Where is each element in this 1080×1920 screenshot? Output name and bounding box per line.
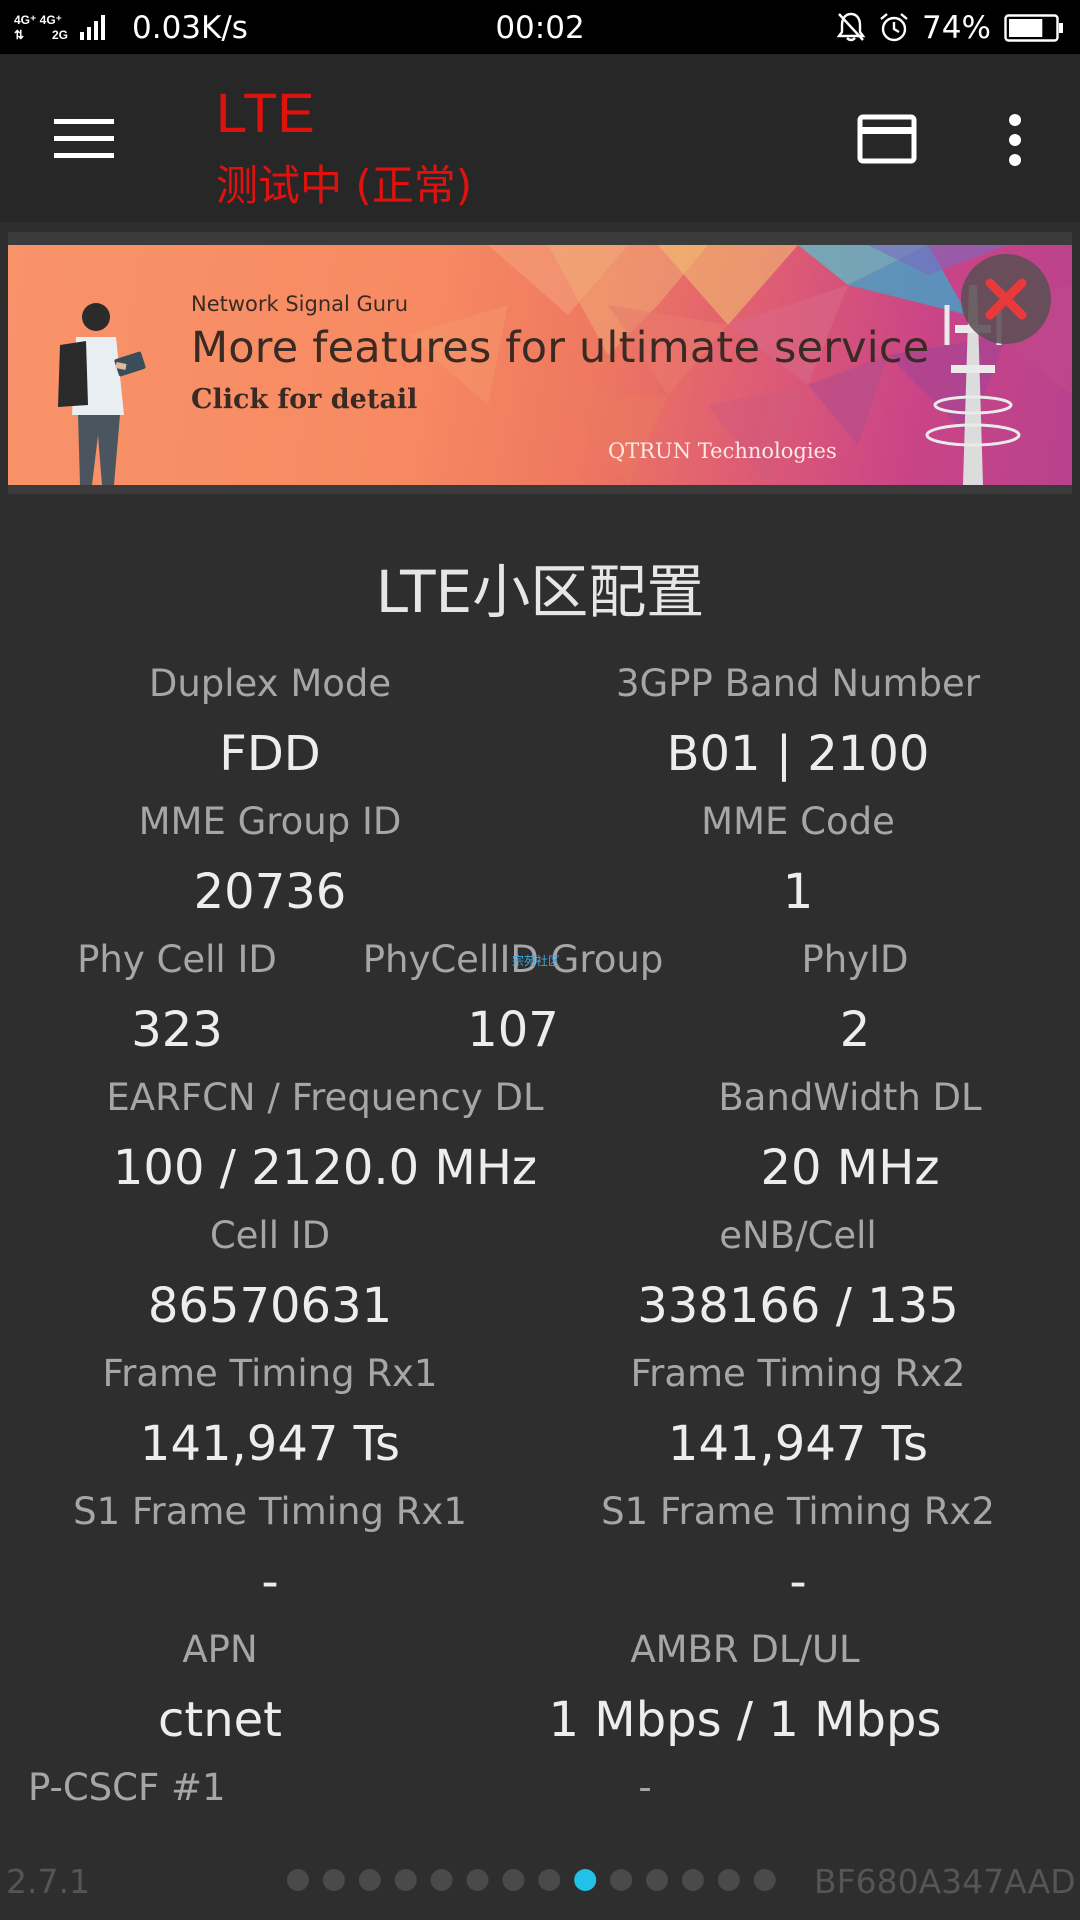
mme-group-id-value: 20736 [193,864,347,920]
phy-cell-id-group-value: 107 [467,1002,559,1058]
page-dot[interactable] [538,1869,561,1891]
bandwidth-dl-value: 20 MHz [760,1140,940,1196]
cell-id-label: Cell ID [209,1214,331,1257]
app-screen: 4G⁺ 4G⁺ ⇅ 2G 0.03K/s 00:02 74% LTE 测试中 (… [0,0,1080,1920]
ad-company: QTRUN Technologies [608,439,837,463]
earfcn-value: 100 / 2120.0 MHz [112,1140,538,1196]
phy-id-label: PhyID [801,938,909,981]
phy-id-value: 2 [839,1002,871,1058]
apn-value: ctnet [158,1692,282,1748]
frame-timing-rx2-label: Frame Timing Rx2 [630,1352,966,1395]
mute-bell-icon [836,12,866,42]
app-version: 2.7.1 [6,1862,90,1901]
ambr-label: AMBR DL/UL [630,1628,860,1671]
device-id: BF680A347AAD [814,1862,1076,1901]
menu-icon[interactable] [54,117,114,161]
cell-id-value: 86570631 [147,1278,393,1334]
page-dot-active[interactable] [574,1869,597,1891]
bandwidth-dl-label: BandWidth DL [718,1076,982,1119]
close-ad-button[interactable] [961,254,1051,344]
page-dot[interactable] [502,1869,525,1891]
enb-cell-value: 338166 / 135 [637,1278,959,1334]
app-title: LTE [216,81,315,144]
battery-icon [1004,14,1063,42]
close-icon [985,278,1027,320]
ad-banner[interactable]: Network Signal Guru More features for ul… [8,245,1072,485]
page-dot[interactable] [610,1869,633,1891]
s1-frame-timing-rx1-value: - [261,1554,279,1610]
duplex-mode-value: FDD [219,726,321,782]
ad-cta[interactable]: Click for detail [191,384,417,415]
pcscf-label: P-CSCF #1 [28,1766,226,1809]
more-vert-icon[interactable] [1003,112,1027,168]
page-dot[interactable] [322,1869,345,1891]
page-dot[interactable] [466,1869,489,1891]
s1-frame-timing-rx1-label: S1 Frame Timing Rx1 [73,1490,467,1533]
mme-code-value: 1 [782,864,814,920]
page-dot[interactable] [287,1869,309,1891]
earfcn-label: EARFCN / Frequency DL [106,1076,544,1119]
mme-code-label: MME Code [701,800,895,843]
band-number-value: B01 | 2100 [666,726,930,782]
page-dot[interactable] [430,1869,453,1891]
section-title: LTE小区配置 [375,558,705,626]
s1-frame-timing-rx2-value: - [789,1554,807,1610]
status-bar: 4G⁺ 4G⁺ ⇅ 2G 0.03K/s 00:02 74% [0,0,1080,54]
apn-label: APN [182,1628,258,1671]
person-with-tablet-illustration [58,303,146,485]
frame-timing-rx2-value: 141,947 Ts [667,1416,929,1472]
card-view-icon[interactable] [857,114,917,164]
page-dot[interactable] [358,1869,381,1891]
enb-cell-label: eNB/Cell [719,1214,877,1257]
phy-cell-id-label: Phy Cell ID [77,938,277,981]
page-dot[interactable] [646,1869,668,1891]
page-dot[interactable] [681,1869,704,1891]
alarm-icon [880,13,908,42]
status-time: 00:02 [495,10,585,46]
ad-headline: More features for ultimate service [191,323,930,373]
test-status: 测试中 (正常) [216,161,473,210]
page-dot[interactable] [753,1869,776,1891]
phy-cell-id-value: 323 [131,1002,223,1058]
page-indicator[interactable] [286,1868,786,1892]
ambr-value: 1 Mbps / 1 Mbps [548,1692,942,1748]
page-dot[interactable] [394,1869,417,1891]
frame-timing-rx1-value: 141,947 Ts [139,1416,401,1472]
frame-timing-rx1-label: Frame Timing Rx1 [102,1352,438,1395]
watermark: 宗苑社区 [512,954,561,968]
page-dot[interactable] [717,1869,740,1891]
mme-group-id-label: MME Group ID [138,800,402,843]
battery-percent: 74% [922,10,991,46]
ad-brand: Network Signal Guru [191,292,409,316]
pcscf-value: - [638,1766,652,1809]
app-bar: LTE 测试中 (正常) [0,54,1080,222]
s1-frame-timing-rx2-label: S1 Frame Timing Rx2 [601,1490,995,1533]
band-number-label: 3GPP Band Number [616,662,980,705]
duplex-mode-label: Duplex Mode [148,662,392,705]
